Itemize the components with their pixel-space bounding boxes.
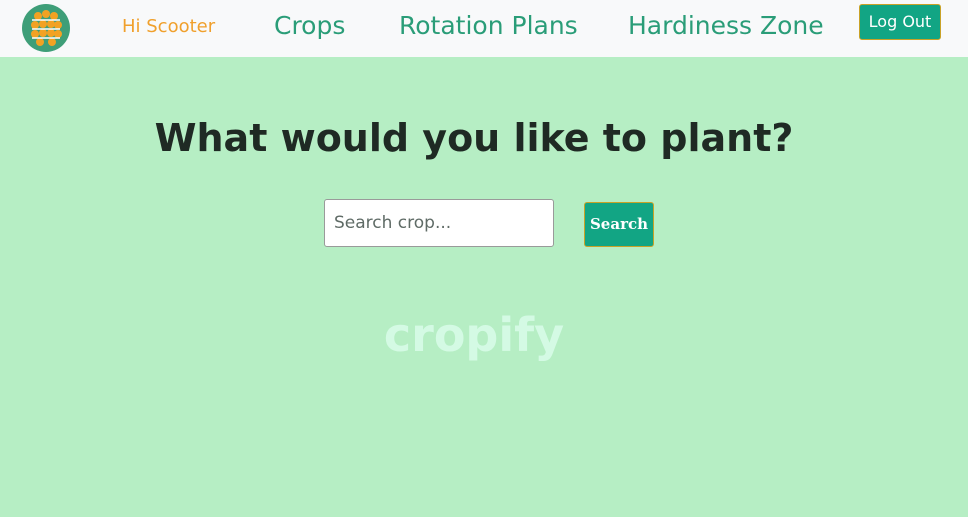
- cropify-logo-icon[interactable]: [21, 3, 71, 53]
- page-headline: What would you like to plant?: [154, 116, 794, 160]
- nav-link-hardiness-zone[interactable]: Hardiness Zone: [628, 11, 824, 40]
- crop-search-input[interactable]: [324, 199, 554, 247]
- nav-link-rotation-plans[interactable]: Rotation Plans: [399, 11, 578, 40]
- navbar: Hi Scooter Crops Rotation Plans Hardines…: [0, 0, 968, 57]
- nav-link-crops[interactable]: Crops: [274, 11, 345, 40]
- user-greeting: Hi Scooter: [122, 16, 216, 37]
- search-button[interactable]: Search: [584, 202, 654, 247]
- logout-button[interactable]: Log Out: [859, 4, 941, 40]
- brand-watermark: cropify: [383, 308, 565, 362]
